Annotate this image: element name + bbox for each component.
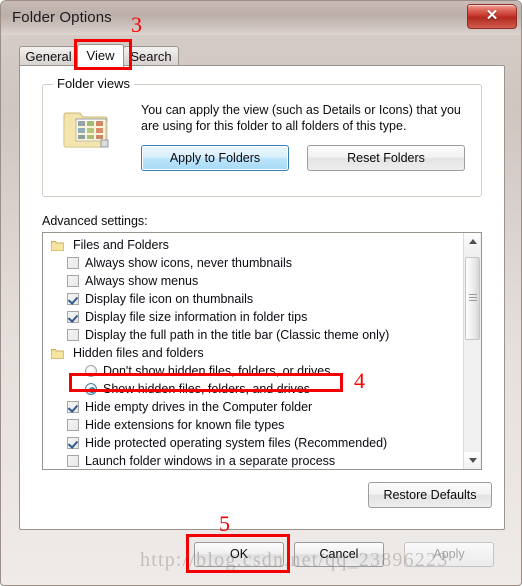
checkbox-checked-icon[interactable] [67,311,79,323]
checkbox-unchecked-icon[interactable] [67,419,79,431]
advanced-settings-label: Advanced settings: [42,214,148,228]
settings-row-label: Always show menus [85,274,199,288]
checkbox-checked-icon[interactable] [67,293,79,305]
tab-strip: General View Search [19,44,489,67]
checkbox-unchecked-icon[interactable] [67,275,79,287]
view-tab-page: Folder views You can apply the view (suc… [19,65,505,530]
scrollbar-grip-icon [469,294,477,303]
setting-always-show-menus[interactable]: Always show menus [43,272,463,290]
settings-row-label: Display file size information in folder … [85,310,308,324]
checkbox-unchecked-icon[interactable] [67,455,79,467]
setting-hide-protected-os-files[interactable]: Hide protected operating system files (R… [43,434,463,452]
apply-to-folders-button[interactable]: Apply to Folders [141,145,289,171]
close-button[interactable]: ✕ [467,4,517,29]
settings-list-scrollbar[interactable] [463,233,481,469]
settings-group-hidden-files-and-folders: Hidden files and folders [43,344,463,362]
advanced-settings-listbox[interactable]: Files and Folders Always show icons, nev… [42,232,482,470]
ok-button[interactable]: OK [194,542,284,567]
tab-view[interactable]: View [77,44,124,67]
close-icon: ✕ [485,7,499,24]
reset-folders-button[interactable]: Reset Folders [307,145,465,171]
folder-views-group: Folder views You can apply the view (suc… [42,76,482,197]
radio-selected-icon[interactable] [85,383,97,395]
settings-row-label: Hide empty drives in the Computer folder [85,400,313,414]
tab-general[interactable]: General [19,46,78,66]
settings-row-label: Files and Folders [73,238,169,252]
scroll-down-arrow-icon[interactable] [464,452,480,469]
setting-display-file-size-in-folder-tips[interactable]: Display file size information in folder … [43,308,463,326]
titlebar: Folder Options ✕ [1,1,522,35]
settings-row-label: Don't show hidden files, folders, or dri… [103,364,331,378]
setting-dont-show-hidden-files[interactable]: Don't show hidden files, folders, or dri… [43,362,463,380]
checkbox-checked-icon[interactable] [67,437,79,449]
cancel-button[interactable]: Cancel [294,542,384,567]
folder-icon [51,239,64,251]
advanced-settings-list: Files and Folders Always show icons, nev… [43,236,463,469]
folder-icon [51,347,64,359]
settings-row-label: Show hidden files, folders, and drives [103,382,311,396]
tab-search[interactable]: Search [123,46,179,66]
setting-launch-folder-windows-separate-process[interactable]: Launch folder windows in a separate proc… [43,452,463,469]
setting-hide-empty-drives[interactable]: Hide empty drives in the Computer folder [43,398,463,416]
setting-show-hidden-files[interactable]: Show hidden files, folders, and drives [43,380,463,398]
folder-view-icon [63,107,111,151]
settings-row-label: Always show icons, never thumbnails [85,256,293,270]
settings-row-label: Display the full path in the title bar (… [85,328,390,342]
settings-row-label: Display file icon on thumbnails [85,292,254,306]
scrollbar-thumb[interactable] [465,257,480,340]
settings-group-files-and-folders: Files and Folders [43,236,463,254]
checkbox-checked-icon[interactable] [67,401,79,413]
settings-row-label: Launch folder windows in a separate proc… [85,454,336,468]
setting-always-show-icons[interactable]: Always show icons, never thumbnails [43,254,463,272]
setting-display-full-path-in-title-bar[interactable]: Display the full path in the title bar (… [43,326,463,344]
window-title: Folder Options [12,9,112,26]
checkbox-unchecked-icon[interactable] [67,257,79,269]
restore-defaults-button[interactable]: Restore Defaults [368,482,492,508]
checkbox-unchecked-icon[interactable] [67,329,79,341]
setting-hide-extensions[interactable]: Hide extensions for known file types [43,416,463,434]
folder-views-legend: Folder views [53,76,134,91]
radio-unselected-icon[interactable] [85,365,97,377]
settings-row-label: Hide protected operating system files (R… [85,436,388,450]
settings-row-label: Hide extensions for known file types [85,418,285,432]
settings-row-label: Hidden files and folders [73,346,204,360]
folder-options-window: Folder Options ✕ General View Search Fol… [0,0,522,586]
scroll-up-arrow-icon[interactable] [464,233,480,250]
apply-button[interactable]: Apply [404,542,494,567]
setting-display-file-icon-on-thumbnails[interactable]: Display file icon on thumbnails [43,290,463,308]
folder-views-description: You can apply the view (such as Details … [141,103,461,133]
